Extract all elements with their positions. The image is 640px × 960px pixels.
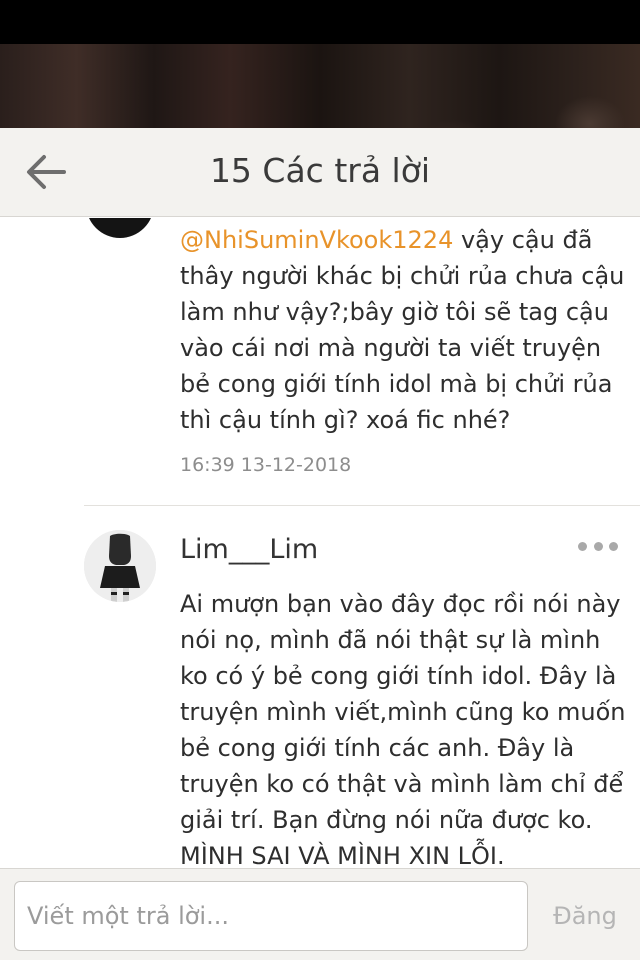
more-options-button[interactable] <box>574 534 622 558</box>
divider <box>84 505 640 506</box>
post-button[interactable]: Đăng <box>540 881 630 951</box>
reply-footer: Đăng <box>0 868 640 960</box>
page-title: 15 Các trả lời <box>209 151 431 190</box>
reply-input[interactable] <box>14 881 528 951</box>
replies-list[interactable]: @NhiSuminVkook1224 vậy cậu đã thây người… <box>0 218 640 868</box>
comment-text: vậy cậu đã thây người khác bị chửi rủa c… <box>180 226 625 434</box>
background-photo <box>0 44 640 128</box>
status-bar <box>0 0 640 44</box>
comment-body: @NhiSuminVkook1224 vậy cậu đã thây người… <box>180 222 628 438</box>
dot-icon <box>609 541 618 551</box>
dot-icon <box>593 541 603 551</box>
comment-text: Ai mượn bạn vào đây đọc rồi nói này nói … <box>180 590 626 868</box>
comment-timestamp: 16:39 13-12-2018 <box>180 454 352 476</box>
avatar[interactable] <box>86 218 154 238</box>
avatar-image <box>84 530 156 602</box>
user-mention-link[interactable]: @NhiSuminVkook1224 <box>180 226 453 254</box>
avatar[interactable] <box>84 530 156 602</box>
replies-header: 15 Các trả lời <box>0 128 640 217</box>
comment-username[interactable]: Lim___Lim <box>180 531 318 569</box>
dot-icon <box>578 541 587 551</box>
